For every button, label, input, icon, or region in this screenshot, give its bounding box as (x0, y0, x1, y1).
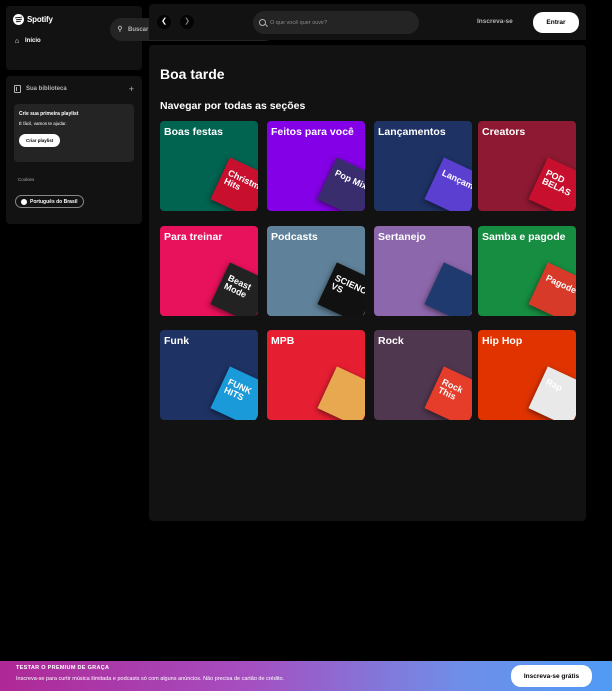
category-card[interactable]: Rock Rock This (374, 330, 472, 420)
chevron-left-icon: ❮ (161, 18, 167, 25)
language-button[interactable]: Português do Brasil (15, 195, 84, 208)
category-label: Samba e pagode (482, 231, 566, 243)
category-art: POD BELAS (528, 157, 576, 211)
category-card[interactable]: Para treinar Beast Mode (160, 226, 258, 316)
category-art-text: Christmas Hits (222, 167, 258, 196)
library-icon (14, 85, 21, 93)
library-title: Sua biblioteca (26, 86, 67, 92)
search-bar[interactable] (253, 11, 419, 34)
spotify-logo-text: Spotify (27, 14, 53, 24)
cookies-link[interactable]: Cookies (18, 177, 134, 182)
sidebar-library: Sua biblioteca + Crie sua primeira playl… (6, 76, 142, 224)
category-card[interactable]: Samba e pagode Pagode (478, 226, 576, 316)
category-art-text: Lançamentos (440, 167, 472, 202)
top-bar: ❮ ❯ Inscreva-se Entrar (149, 4, 586, 40)
signup-free-button[interactable]: Inscreva-se grátis (511, 665, 592, 687)
globe-icon (21, 198, 27, 205)
category-label: Boas festas (164, 126, 223, 138)
create-playlist-subtitle: É fácil, vamos te ajudar. (19, 121, 67, 126)
category-label: Feitos para você (271, 126, 354, 138)
category-card[interactable]: Feitos para você Pop Mix (267, 121, 365, 211)
category-label: Sertanejo (378, 231, 426, 243)
category-art: Pagode (528, 262, 576, 316)
spotify-logo-icon (13, 13, 24, 25)
search-input[interactable] (270, 19, 410, 26)
category-card[interactable]: Podcasts SCIENCE VS (267, 226, 365, 316)
browse-content: Boa tarde Navegar por todas as seções Bo… (149, 45, 586, 521)
category-label: Lançamentos (378, 126, 446, 138)
category-card[interactable]: Funk FUNK HITS (160, 330, 258, 420)
nav-home-label: Início (25, 38, 41, 44)
category-art: Lançamentos (424, 157, 472, 211)
category-art-text: Rock This (436, 376, 465, 402)
create-playlist-card: Crie sua primeira playlist É fácil, vamo… (14, 104, 134, 162)
category-art (424, 262, 472, 316)
category-art: Pop Mix (317, 157, 365, 211)
category-art-text: Beast Mode (222, 272, 253, 300)
category-label: Para treinar (164, 231, 223, 243)
category-label: Funk (164, 335, 190, 347)
category-art: Rock This (424, 366, 472, 420)
search-icon: ⚲ (117, 26, 123, 33)
category-label: Hip Hop (482, 335, 523, 347)
page-title: Boa tarde (160, 66, 225, 82)
back-button[interactable]: ❮ (157, 15, 171, 29)
create-playlist-title: Crie sua primeira playlist (19, 111, 79, 117)
category-art-text: FUNK HITS (222, 376, 254, 403)
login-button[interactable]: Entrar (533, 12, 579, 33)
category-card[interactable]: Creators POD BELAS (478, 121, 576, 211)
category-art-text: SCIENCE VS (329, 272, 365, 299)
premium-banner[interactable]: TESTAR O PREMIUM DE GRAÇA Inscreva-se pa… (0, 661, 612, 691)
category-art-text: Pagode (544, 272, 576, 296)
plus-icon[interactable]: + (129, 84, 134, 94)
category-card[interactable]: MPB (267, 330, 365, 420)
category-card[interactable]: Sertanejo (374, 226, 472, 316)
nav-search-label: Buscar (128, 26, 149, 33)
category-art: SCIENCE VS (317, 262, 365, 316)
category-art: Christmas Hits (210, 157, 258, 211)
signup-link[interactable]: Inscreva-se (477, 18, 513, 25)
category-art: Rap (528, 366, 576, 420)
sidebar-nav: Spotify ⌂ Início ⚲ Buscar (6, 6, 276, 70)
category-card[interactable]: Hip Hop Rap (478, 330, 576, 420)
banner-description: Inscreva-se para curtir música ilimitada… (16, 676, 285, 682)
banner-title: TESTAR O PREMIUM DE GRAÇA (16, 665, 110, 671)
category-label: MPB (271, 335, 295, 347)
chevron-right-icon: ❯ (184, 18, 190, 25)
category-art-text: Pop Mix (333, 167, 365, 192)
forward-button[interactable]: ❯ (180, 15, 194, 29)
category-card[interactable]: Boas festas Christmas Hits (160, 121, 258, 211)
create-playlist-button[interactable]: Criar playlist (19, 134, 61, 147)
home-icon: ⌂ (14, 37, 20, 45)
language-label: Português do Brasil (30, 198, 78, 205)
category-art-text: Rap (544, 376, 565, 393)
main-panel: ❮ ❯ Inscreva-se Entrar Boa tarde Navegar… (149, 4, 586, 521)
section-title: Navegar por todas as seções (160, 100, 306, 112)
category-art (317, 366, 365, 420)
category-label: Podcasts (271, 231, 318, 243)
category-art-text: POD BELAS (540, 167, 573, 198)
category-art: Beast Mode (210, 262, 258, 316)
category-card[interactable]: Lançamentos Lançamentos (374, 121, 472, 211)
category-label: Rock (378, 335, 404, 347)
category-label: Creators (482, 126, 526, 138)
search-icon (259, 19, 266, 26)
library-button[interactable]: Sua biblioteca (14, 85, 67, 93)
category-art: FUNK HITS (210, 366, 258, 420)
